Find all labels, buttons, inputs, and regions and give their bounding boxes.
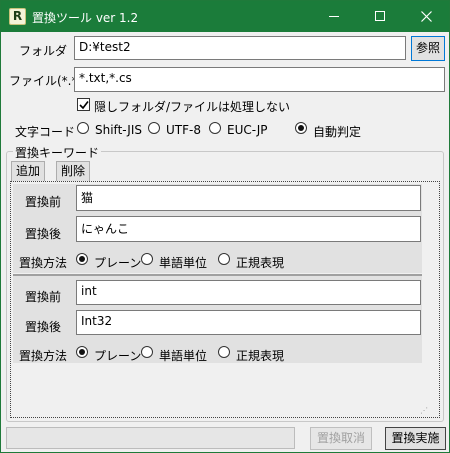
method-radio-plain[interactable] bbox=[76, 346, 88, 358]
minimize-icon bbox=[329, 16, 339, 17]
after-input[interactable]: Int32 bbox=[76, 310, 421, 335]
method-option-regex[interactable]: 正規表現 bbox=[236, 347, 284, 364]
progress-bar bbox=[6, 427, 295, 449]
method-radio-word[interactable] bbox=[141, 346, 153, 358]
method-option-regex[interactable]: 正規表現 bbox=[236, 254, 284, 271]
after-input[interactable]: にゃんこ bbox=[76, 216, 421, 242]
add-keyword-button[interactable]: 追加 bbox=[11, 161, 45, 182]
resize-grip-icon: ⋰ bbox=[420, 406, 428, 415]
method-radio-word[interactable] bbox=[141, 253, 153, 265]
close-button[interactable] bbox=[403, 1, 449, 32]
method-radio-regex[interactable] bbox=[218, 253, 230, 265]
close-icon bbox=[421, 11, 432, 22]
method-option-word[interactable]: 単語単位 bbox=[159, 254, 207, 271]
encoding-label: 文字コード bbox=[15, 125, 76, 139]
maximize-icon bbox=[375, 11, 385, 21]
skip-hidden-label[interactable]: 隠しフォルダ/ファイルは処理しない bbox=[94, 98, 290, 115]
encoding-radio-euc-jp[interactable] bbox=[209, 122, 221, 134]
app-icon: R bbox=[9, 8, 26, 25]
browse-button[interactable]: 参照 bbox=[411, 36, 445, 61]
file-pattern-input[interactable]: *.txt,*.cs bbox=[74, 67, 445, 92]
folder-label: フォルダ bbox=[19, 44, 68, 58]
keyword-entry: 置換前 int 置換後 Int32 置換方法 プレーン 単語単位 正規表現 bbox=[13, 274, 423, 363]
folder-input[interactable]: D:¥test2 bbox=[74, 36, 406, 60]
encoding-radio-auto[interactable] bbox=[295, 122, 307, 134]
run-replace-button[interactable]: 置換実施 bbox=[385, 427, 446, 450]
entry-separator bbox=[13, 274, 423, 276]
method-radio-plain[interactable] bbox=[76, 253, 88, 265]
title-bar[interactable]: R 置換ツール ver 1.2 bbox=[1, 1, 449, 32]
after-label: 置換後 bbox=[25, 320, 62, 334]
method-option-plain[interactable]: プレーン bbox=[94, 254, 141, 271]
checkmark-icon bbox=[79, 101, 89, 110]
file-label: ファイル(*.*) bbox=[9, 74, 83, 88]
encoding-radio-shift-jis[interactable] bbox=[77, 122, 89, 134]
encoding-option-shift-jis[interactable]: Shift-JIS bbox=[95, 123, 142, 137]
minimize-button[interactable] bbox=[311, 1, 357, 32]
method-option-plain[interactable]: プレーン bbox=[94, 347, 141, 364]
maximize-button[interactable] bbox=[357, 1, 403, 32]
cancel-replace-button[interactable]: 置換取消 bbox=[310, 427, 372, 450]
encoding-option-euc-jp[interactable]: EUC-JP bbox=[227, 123, 268, 137]
encoding-option-utf8[interactable]: UTF-8 bbox=[166, 123, 201, 137]
keyword-entry: 置換前 猫 置換後 にゃんこ 置換方法 プレーン 単語単位 正規表現 bbox=[13, 184, 423, 273]
before-input[interactable]: 猫 bbox=[76, 185, 421, 211]
before-label: 置換前 bbox=[25, 290, 62, 304]
keyword-group-title: 置換キーワード bbox=[13, 144, 102, 161]
app-window: R 置換ツール ver 1.2 フォルダ D:¥test2 参照 ファイル(*.… bbox=[0, 0, 450, 453]
skip-hidden-checkbox[interactable] bbox=[77, 98, 90, 111]
keyword-list[interactable]: 置換前 猫 置換後 にゃんこ 置換方法 プレーン 単語単位 正規表現 置換前 i… bbox=[10, 181, 440, 418]
encoding-option-auto[interactable]: 自動判定 bbox=[313, 123, 361, 140]
encoding-radio-utf8[interactable] bbox=[148, 122, 160, 134]
method-option-word[interactable]: 単語単位 bbox=[159, 347, 207, 364]
after-label: 置換後 bbox=[25, 227, 62, 241]
window-title: 置換ツール ver 1.2 bbox=[32, 11, 139, 25]
method-radio-regex[interactable] bbox=[218, 346, 230, 358]
before-input[interactable]: int bbox=[76, 280, 421, 305]
before-label: 置換前 bbox=[25, 195, 62, 209]
delete-keyword-button[interactable]: 削除 bbox=[56, 161, 90, 182]
method-label: 置換方法 bbox=[19, 349, 68, 363]
method-label: 置換方法 bbox=[19, 256, 68, 270]
keyword-list-scrollbar[interactable] bbox=[422, 183, 439, 416]
